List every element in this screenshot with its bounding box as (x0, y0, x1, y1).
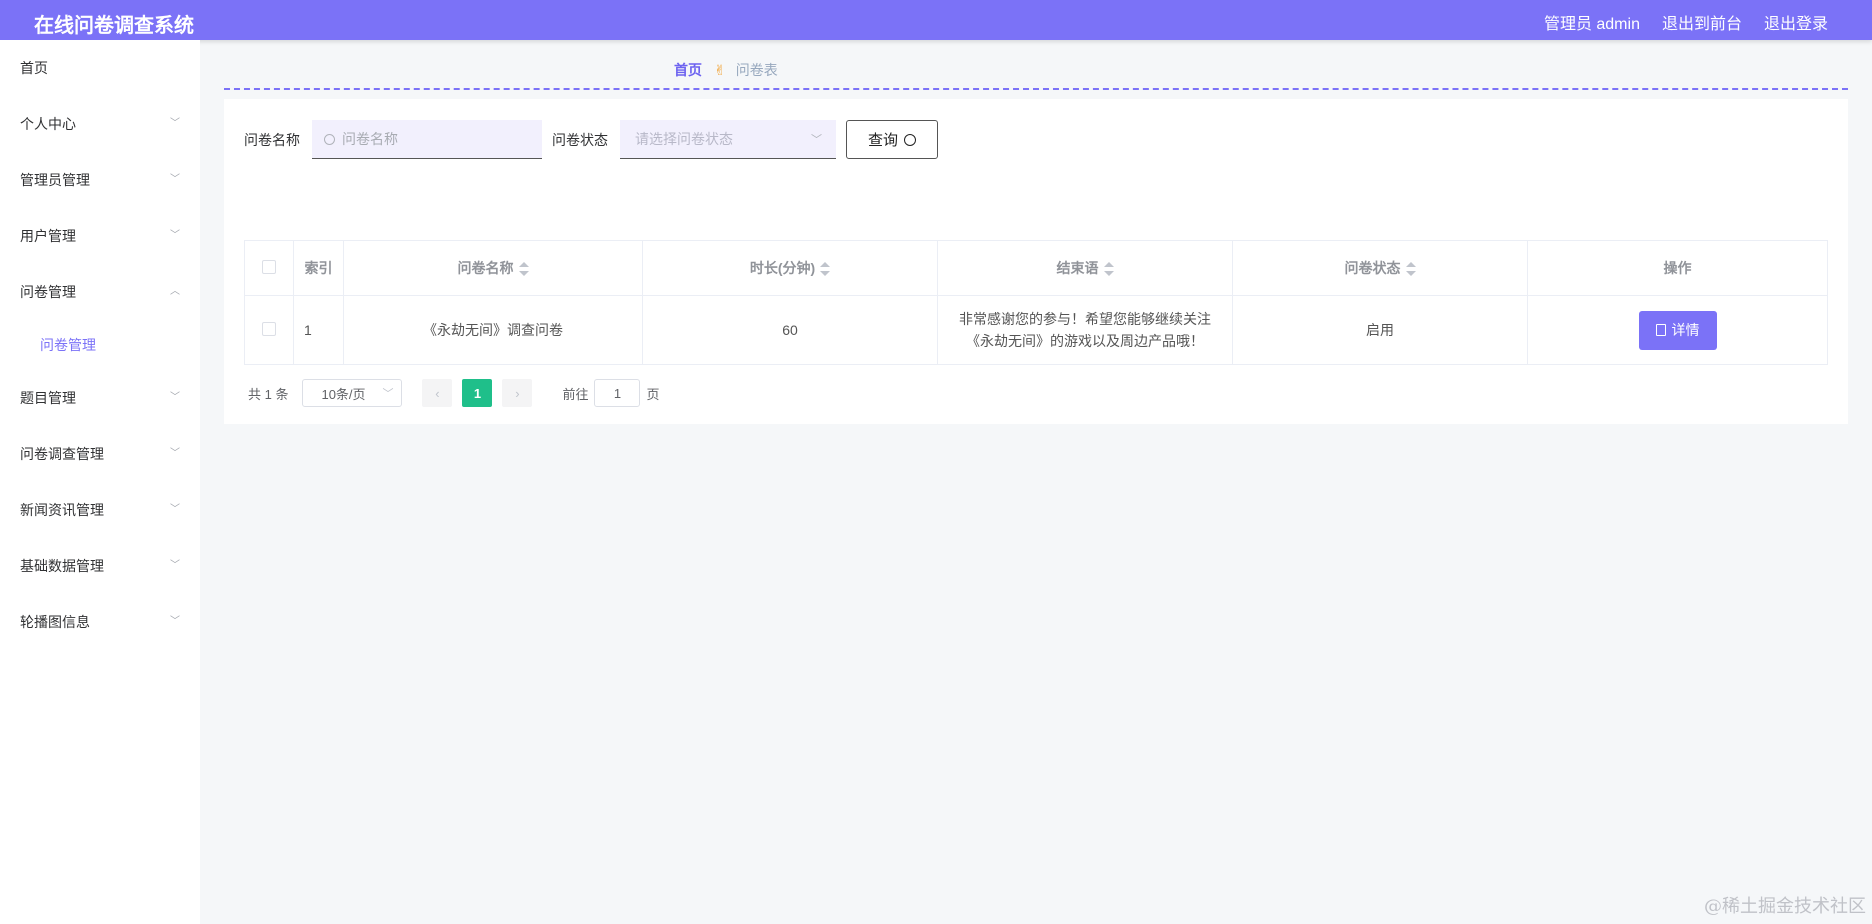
sidebar-item-personal-center[interactable]: 个人中心 ﹀ (0, 96, 200, 152)
chevron-down-icon: ﹀ (170, 118, 180, 129)
status-select-placeholder: 请选择问卷状态 (635, 131, 733, 147)
cell-actions: 详情 (1527, 295, 1828, 365)
col-closing-label: 结束语 (1056, 260, 1099, 276)
sidebar-item-question-management[interactable]: 题目管理 ﹀ (0, 370, 200, 426)
chevron-down-icon: ﹀ (170, 174, 180, 185)
pagination-total: 共 1 条 (248, 386, 289, 402)
col-index: 索引 (293, 240, 344, 296)
top-bar: 在线问卷调查系统 管理员 admin 退出到前台 退出登录 (0, 0, 1872, 40)
back-to-frontend-link[interactable]: 退出到前台 (1662, 10, 1742, 34)
victory-hand-icon: ✌ (714, 61, 726, 78)
chevron-down-icon: ﹀ (811, 134, 822, 146)
goto-suffix: 页 (646, 386, 660, 402)
row-checkbox[interactable] (262, 321, 276, 336)
breadcrumb-current: 问卷表 (735, 62, 778, 78)
sort-icon[interactable] (1103, 262, 1114, 277)
chevron-up-icon: ︿ (170, 286, 180, 297)
chevron-down-icon: ﹀ (382, 388, 394, 400)
query-button[interactable]: 查询 (846, 120, 938, 159)
sidebar-item-survey-management[interactable]: 问卷调查管理 ﹀ (0, 426, 200, 482)
sidebar-item-label: 问卷管理 (40, 337, 96, 353)
cell-index: 1 (293, 295, 344, 365)
page-size-select[interactable]: 10条/页 ﹀ (302, 379, 403, 407)
search-icon (324, 133, 335, 145)
search-bar: 问卷名称 问卷名称 问卷状态 请选择问卷状态 ﹀ 查询 (244, 120, 938, 159)
select-all-cell (244, 240, 294, 296)
sidebar-item-basic-data-management[interactable]: 基础数据管理 ﹀ (0, 538, 200, 594)
col-name-label: 问卷名称 (457, 260, 514, 276)
sidebar-subitem-questionnaire-management[interactable]: 问卷管理 (0, 320, 200, 370)
detail-button-label: 详情 (1671, 322, 1700, 338)
col-duration[interactable]: 时长(分钟) (642, 240, 938, 296)
app-title: 在线问卷调查系统 (34, 15, 194, 37)
sidebar-item-label: 首页 (20, 60, 48, 76)
page-size-value: 10条/页 (321, 386, 366, 402)
sidebar-item-label: 用户管理 (20, 228, 76, 244)
sidebar-item-label: 基础数据管理 (20, 558, 104, 574)
sidebar-item-label: 管理员管理 (20, 172, 90, 188)
cell-status: 启用 (1232, 295, 1528, 365)
sidebar-item-user-management[interactable]: 用户管理 ﹀ (0, 208, 200, 264)
pagination: 共 1 条 10条/页 ﹀ ‹ 1 › 前往 1 页 (248, 379, 660, 407)
table-header-row: 索引 问卷名称 时长(分钟) 结束语 问卷状态 操作 (244, 240, 1828, 296)
admin-user-link[interactable]: 管理员 admin (1544, 10, 1640, 34)
sidebar-item-label: 题目管理 (20, 390, 76, 406)
chevron-down-icon: ﹀ (170, 504, 180, 515)
col-name[interactable]: 问卷名称 (343, 240, 643, 296)
watermark: @稀土掘金技术社区 (1704, 896, 1866, 917)
col-status[interactable]: 问卷状态 (1232, 240, 1528, 296)
prev-page-button[interactable]: ‹ (422, 379, 453, 407)
goto-label: 前往 (562, 386, 589, 402)
chevron-down-icon: ﹀ (170, 616, 180, 627)
col-closing[interactable]: 结束语 (937, 240, 1233, 296)
status-select[interactable]: 请选择问卷状态 ﹀ (620, 120, 836, 159)
name-search-input[interactable]: 问卷名称 (312, 120, 542, 159)
questionnaire-table: 索引 问卷名称 时长(分钟) 结束语 问卷状态 操作 1 《永劫无间》调查问卷 … (244, 240, 1828, 365)
sidebar-item-label: 个人中心 (20, 116, 76, 132)
cell-closing: 非常感谢您的参与！希望您能够继续关注《永劫无间》的游戏以及周边产品哦！ (937, 295, 1233, 365)
dashed-divider (224, 88, 1848, 90)
col-actions: 操作 (1527, 240, 1828, 296)
sidebar-item-home[interactable]: 首页 (0, 40, 200, 96)
goto-page-input[interactable]: 1 (594, 379, 641, 407)
page-number-button[interactable]: 1 (462, 379, 493, 407)
status-filter-label: 问卷状态 (552, 131, 608, 148)
sort-icon[interactable] (1405, 262, 1416, 277)
content-panel: 问卷名称 问卷名称 问卷状态 请选择问卷状态 ﹀ 查询 索引 问卷名称 时长(分… (224, 99, 1848, 424)
name-filter-label: 问卷名称 (244, 131, 300, 148)
cell-duration: 60 (642, 295, 938, 365)
sidebar: 首页 个人中心 ﹀ 管理员管理 ﹀ 用户管理 ﹀ 问卷管理 ︿ 问卷管理 题目管… (0, 40, 200, 924)
sidebar-item-news-management[interactable]: 新闻资讯管理 ﹀ (0, 482, 200, 538)
sidebar-item-carousel-info[interactable]: 轮播图信息 ﹀ (0, 594, 200, 650)
detail-button[interactable]: 详情 (1638, 310, 1717, 350)
next-page-button[interactable]: › (502, 379, 533, 407)
sidebar-item-label: 新闻资讯管理 (20, 502, 104, 518)
sidebar-item-label: 轮播图信息 (20, 614, 90, 630)
breadcrumb-home[interactable]: 首页 (674, 60, 702, 80)
select-all-checkbox[interactable] (262, 259, 276, 274)
sidebar-item-admin-management[interactable]: 管理员管理 ﹀ (0, 152, 200, 208)
cell-name: 《永劫无间》调查问卷 (343, 295, 643, 365)
chevron-down-icon: ﹀ (170, 448, 180, 459)
col-duration-label: 时长(分钟) (749, 260, 816, 276)
col-status-label: 问卷状态 (1344, 260, 1401, 276)
top-nav: 管理员 admin 退出到前台 退出登录 (1522, 10, 1828, 34)
sort-icon[interactable] (820, 262, 831, 277)
sidebar-item-label: 问卷管理 (20, 284, 76, 300)
chevron-down-icon: ﹀ (170, 560, 180, 571)
sidebar-item-label: 问卷调查管理 (20, 446, 104, 462)
sidebar-item-questionnaire-management[interactable]: 问卷管理 ︿ (0, 264, 200, 320)
document-icon (1655, 324, 1666, 336)
sort-icon[interactable] (518, 262, 529, 277)
query-button-label: 查询 (867, 132, 898, 149)
table-row: 1 《永劫无间》调查问卷 60 非常感谢您的参与！希望您能够继续关注《永劫无间》… (244, 295, 1828, 365)
logout-link[interactable]: 退出登录 (1764, 10, 1828, 34)
name-search-placeholder: 问卷名称 (342, 131, 398, 147)
chevron-down-icon: ﹀ (170, 392, 180, 403)
breadcrumb: 首页 ✌ 问卷表 (674, 60, 778, 80)
chevron-down-icon: ﹀ (170, 230, 180, 241)
row-select-cell (244, 295, 294, 365)
search-icon (904, 133, 916, 146)
